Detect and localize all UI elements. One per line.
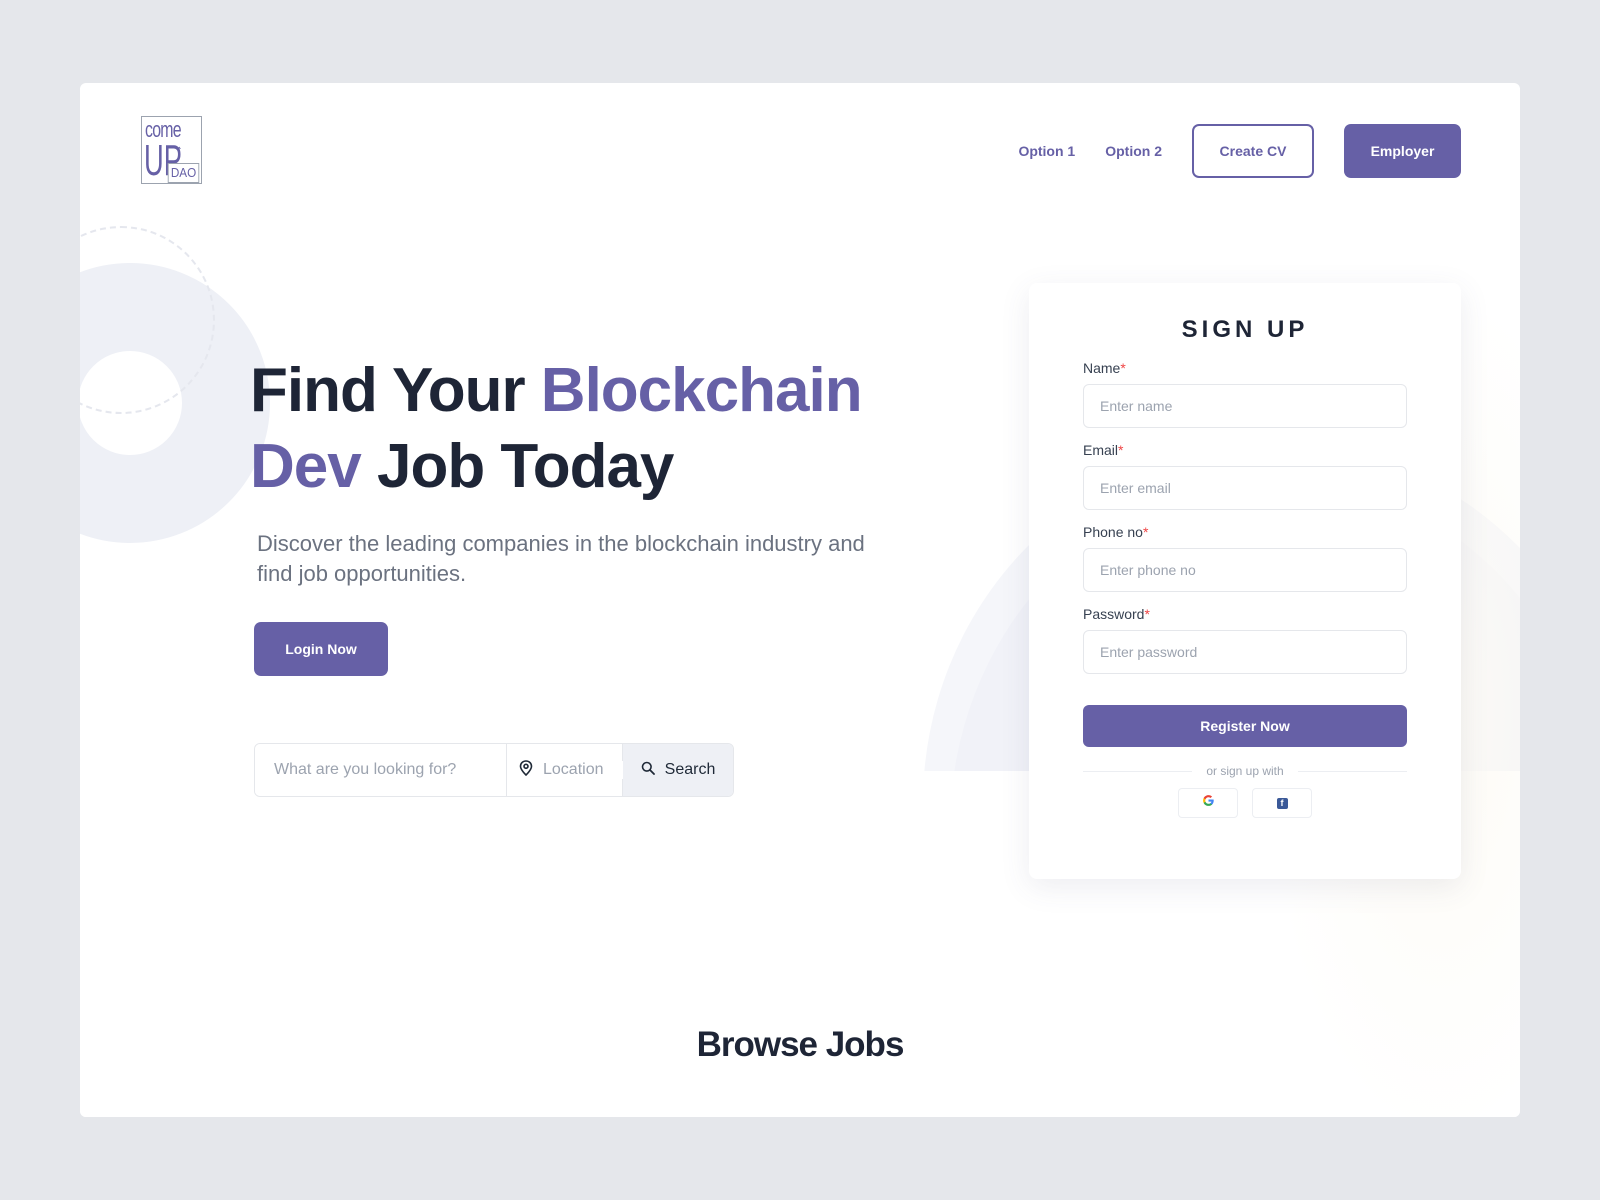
phone-label: Phone no* bbox=[1083, 524, 1407, 542]
location-field[interactable] bbox=[507, 744, 623, 796]
page-card: come UP ↑ DAO Option 1 Option 2 Create C… bbox=[80, 83, 1520, 1117]
top-nav: Option 1 Option 2 Create CV Employer bbox=[1018, 124, 1461, 178]
login-button[interactable]: Login Now bbox=[254, 622, 388, 676]
phone-label-text: Phone no bbox=[1083, 524, 1143, 540]
name-label: Name* bbox=[1083, 360, 1407, 378]
signup-title: SIGN UP bbox=[1181, 316, 1309, 343]
hero-title-accent2: Dev bbox=[250, 432, 362, 501]
password-field[interactable] bbox=[1083, 630, 1407, 674]
hero-title-accent1: Blockchain bbox=[540, 356, 863, 425]
password-label: Password* bbox=[1083, 606, 1407, 624]
divider-line bbox=[1297, 770, 1407, 772]
email-label: Email* bbox=[1083, 442, 1407, 460]
password-label-text: Password bbox=[1083, 606, 1145, 622]
search-input[interactable] bbox=[255, 744, 507, 796]
required-marker: * bbox=[1144, 606, 1150, 622]
google-icon bbox=[1202, 794, 1215, 812]
search-button-label: Search bbox=[664, 761, 716, 778]
create-cv-button[interactable]: Create CV bbox=[1192, 124, 1314, 178]
job-search-bar: Search bbox=[254, 743, 734, 797]
location-input[interactable] bbox=[543, 761, 623, 779]
register-button[interactable]: Register Now bbox=[1083, 705, 1407, 747]
location-pin-icon bbox=[519, 759, 533, 781]
arrow-up-icon: ↑ bbox=[176, 142, 183, 157]
required-marker: * bbox=[1142, 524, 1149, 540]
or-sign-up-text: or sign up with bbox=[1206, 764, 1284, 778]
signup-form: SIGN UP Name* Email* Phone no* Password*… bbox=[1029, 283, 1461, 879]
employer-button[interactable]: Employer bbox=[1344, 124, 1461, 178]
social-divider: or sign up with bbox=[1083, 764, 1407, 778]
logo-sub-text: DAO bbox=[167, 163, 200, 183]
logo[interactable]: come UP ↑ DAO bbox=[141, 116, 202, 184]
hero-title: Find Your Blockchain Dev Job Today bbox=[250, 353, 863, 505]
hero-title-part2: Job Today bbox=[360, 432, 674, 501]
hero-subtitle: Discover the leading companies in the bl… bbox=[257, 531, 865, 586]
browse-jobs-heading: Browse Jobs bbox=[696, 1025, 905, 1064]
name-field[interactable] bbox=[1083, 384, 1407, 428]
required-marker: * bbox=[1120, 360, 1126, 376]
facebook-signup-button[interactable]: f bbox=[1252, 788, 1312, 818]
name-label-text: Name bbox=[1083, 360, 1121, 376]
phone-field[interactable] bbox=[1083, 548, 1407, 592]
search-icon bbox=[641, 761, 665, 780]
email-field[interactable] bbox=[1083, 466, 1407, 510]
search-button[interactable]: Search bbox=[623, 744, 733, 796]
nav-option-1[interactable]: Option 1 bbox=[1018, 143, 1075, 159]
email-label-text: Email bbox=[1083, 442, 1119, 458]
social-buttons: f bbox=[1083, 788, 1407, 818]
google-signup-button[interactable] bbox=[1178, 788, 1238, 818]
required-marker: * bbox=[1118, 442, 1124, 458]
facebook-icon: f bbox=[1276, 797, 1288, 809]
hero-title-part1: Find Your bbox=[250, 356, 541, 425]
nav-option-2[interactable]: Option 2 bbox=[1105, 143, 1162, 159]
divider-line bbox=[1083, 770, 1193, 772]
